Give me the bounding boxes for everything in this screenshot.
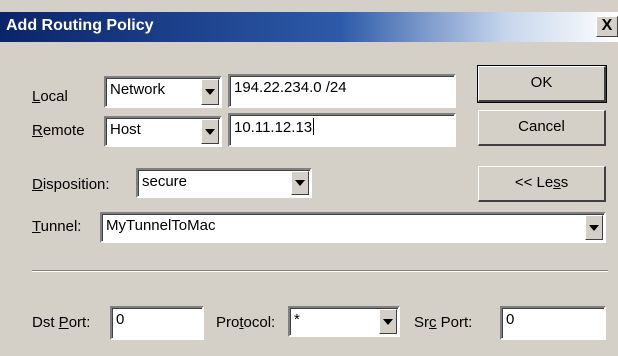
src-port-input[interactable]: 0 [500,306,606,340]
tunnel-select[interactable]: MyTunnelToMac [100,212,606,243]
title-bar[interactable]: Add Routing Policy [0,12,618,42]
less-button[interactable]: << Less [478,166,606,202]
close-icon: X [601,17,613,34]
chevron-down-icon [383,318,393,325]
local-address-input[interactable]: 194.22.234.0 /24 [228,74,456,108]
disposition-select[interactable]: secure [136,168,312,198]
close-button[interactable]: X [596,16,618,37]
disposition-label: Disposition: [32,176,110,193]
local-type-dropdown-button[interactable] [201,79,219,105]
protocol-dropdown-button[interactable] [379,309,397,334]
protocol-value: * [294,311,300,328]
src-port-label: Src Port: [414,314,473,331]
tunnel-dropdown-button[interactable] [585,215,603,240]
chevron-down-icon [205,89,215,95]
tunnel-label: Tunnel: [32,218,82,235]
disposition-value: secure [142,173,188,190]
tunnel-value: MyTunnelToMac [106,217,216,234]
remote-type-dropdown-button[interactable] [201,119,219,144]
add-routing-policy-dialog: Add Routing Policy X Local Network 194.2… [0,0,618,356]
dst-port-label: Dst Port: [32,314,91,331]
local-label: Local [32,88,68,105]
protocol-select[interactable]: * [288,306,400,337]
local-type-select[interactable]: Network [104,76,222,108]
disposition-dropdown-button[interactable] [291,171,309,195]
dst-port-value: 0 [116,311,125,328]
remote-type-value: Host [110,121,141,138]
chevron-down-icon [589,224,599,231]
chevron-down-icon [295,180,305,186]
protocol-label: Protocol: [216,314,276,331]
dst-port-input[interactable]: 0 [110,306,204,340]
remote-address-value: 10.11.12.13 [234,118,315,136]
text-caret [313,118,315,135]
remote-address-input[interactable]: 10.11.12.13 [228,113,456,147]
remote-label: Remote [32,122,85,139]
dialog-title: Add Routing Policy [6,17,154,34]
ok-button[interactable]: OK [477,65,607,103]
remote-type-select[interactable]: Host [104,116,222,147]
local-address-value: 194.22.234.0 /24 [234,79,347,96]
src-port-value: 0 [506,311,515,328]
cancel-button[interactable]: Cancel [478,110,606,146]
separator [32,270,608,272]
local-type-value: Network [110,81,166,98]
chevron-down-icon [205,128,215,135]
